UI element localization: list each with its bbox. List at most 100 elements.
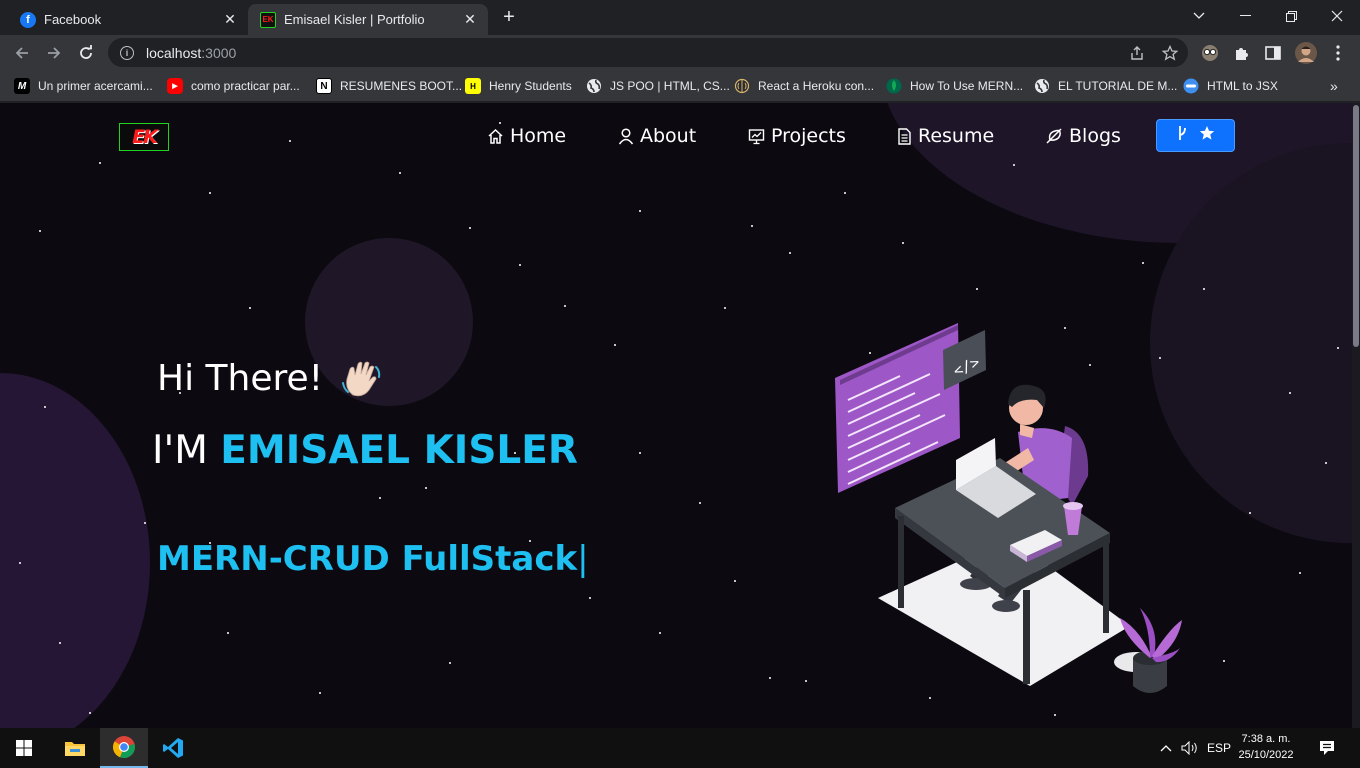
speaker-icon <box>1181 741 1197 755</box>
bookmark-item[interactable]: N RESUMENES BOOT... <box>316 76 462 96</box>
nav-projects-label: Projects <box>771 125 846 147</box>
bookmark-item[interactable]: JS POO | HTML, CS... <box>586 76 730 96</box>
feather-icon <box>1045 127 1063 145</box>
globe-icon <box>1034 78 1050 94</box>
typed-role-text: MERN-CRUD FullStack| <box>157 539 589 579</box>
greeting-text: Hi There! <box>157 358 324 399</box>
file-explorer-button[interactable] <box>51 728 99 768</box>
system-clock[interactable]: 7:38 a. m. 25/10/2022 <box>1236 731 1296 763</box>
github-fork-star-button[interactable] <box>1156 119 1235 152</box>
page-scrollbar[interactable] <box>1352 103 1360 728</box>
restore-button[interactable] <box>1268 0 1314 32</box>
portfolio-favicon-icon: EK <box>260 11 276 28</box>
developer-illustration: </> <box>835 323 1182 693</box>
browser-toolbar: i localhost:3000 <box>0 35 1360 70</box>
clock-date: 25/10/2022 <box>1238 749 1294 761</box>
arrow-left-icon <box>15 47 28 59</box>
close-icon[interactable]: ✕ <box>222 11 238 28</box>
notion-icon: N <box>316 78 332 94</box>
facebook-icon: f <box>20 11 36 28</box>
bookmark-label: RESUMENES BOOT... <box>340 79 463 93</box>
youtube-icon: ▶ <box>167 78 183 94</box>
bookmark-label: How To Use MERN... <box>910 79 1024 93</box>
nav-home-label: Home <box>510 125 567 147</box>
back-button[interactable] <box>9 40 35 66</box>
bookmark-item[interactable]: React a Heroku con... <box>734 76 874 96</box>
portfolio-page: EK Home About Projects Resume Blogs Hi T… <box>0 103 1360 728</box>
bookmark-label: como practicar par... <box>191 79 300 93</box>
intro-text: I'M <box>152 428 208 473</box>
bookmark-item[interactable]: How To Use MERN... <box>886 76 1023 96</box>
star-icon <box>1199 125 1215 146</box>
tab-title: Emisael Kisler | Portfolio <box>284 12 425 27</box>
profile-avatar[interactable] <box>1295 42 1317 64</box>
hero-name: EMISAEL KISLER <box>220 428 578 473</box>
typing-cursor: | <box>577 539 589 579</box>
reload-icon <box>80 45 92 59</box>
bookmark-label: JS POO | HTML, CS... <box>610 79 730 93</box>
arrow-right-icon <box>48 47 61 59</box>
language-label: ESP <box>1206 741 1231 755</box>
git-fork-icon <box>1177 125 1187 146</box>
nav-home-link[interactable]: Home <box>487 123 566 149</box>
notifications-button[interactable] <box>1312 728 1342 768</box>
start-button[interactable] <box>0 728 48 768</box>
show-hidden-icons-button[interactable] <box>1156 728 1176 768</box>
chrome-taskbar-button[interactable] <box>100 728 148 768</box>
more-bookmarks-button[interactable]: » <box>1330 76 1338 96</box>
nav-resume-label: Resume <box>918 125 995 147</box>
extension-glasses-icon[interactable] <box>1199 42 1221 64</box>
windows-logo-icon <box>16 740 32 756</box>
user-icon <box>618 127 634 145</box>
chevron-down-icon <box>1193 12 1205 19</box>
nav-resume-link[interactable]: Resume <box>897 123 994 149</box>
minimize-button[interactable] <box>1222 0 1268 32</box>
nav-blogs-link[interactable]: Blogs <box>1045 123 1121 149</box>
reload-button[interactable] <box>73 40 99 66</box>
bookmark-label: Henry Students <box>489 79 572 93</box>
home-icon <box>487 128 504 145</box>
bookmark-item[interactable]: M Un primer acercami... <box>14 76 153 96</box>
extensions-puzzle-icon[interactable] <box>1231 42 1253 64</box>
transform-icon <box>1183 78 1199 94</box>
nav-about-link[interactable]: About <box>618 123 696 149</box>
close-icon[interactable]: ✕ <box>462 11 478 28</box>
nav-about-label: About <box>640 125 697 147</box>
site-logo[interactable]: EK <box>119 123 169 151</box>
hero-greeting: Hi There! <box>157 358 383 399</box>
mongodb-icon <box>886 78 902 94</box>
bookmark-item[interactable]: ▶ como practicar par... <box>167 76 300 96</box>
tab-search-button[interactable] <box>1176 0 1222 32</box>
side-panel-icon[interactable] <box>1262 42 1284 64</box>
volume-button[interactable] <box>1178 728 1202 768</box>
tab-portfolio[interactable]: EK Emisael Kisler | Portfolio ✕ <box>248 4 488 35</box>
window-close-button[interactable] <box>1314 0 1360 32</box>
vscode-icon <box>163 738 183 758</box>
presentation-chart-icon <box>748 128 765 145</box>
bookmark-item[interactable]: HTML to JSX <box>1183 76 1278 96</box>
brain-icon <box>734 78 750 94</box>
globe-icon <box>586 78 602 94</box>
site-info-icon[interactable]: i <box>120 45 134 60</box>
minimize-icon <box>1239 15 1251 16</box>
bookmark-item[interactable]: EL TUTORIAL DE M... <box>1034 76 1177 96</box>
address-bar[interactable]: i localhost:3000 <box>108 38 1188 67</box>
bookmark-label: Un primer acercami... <box>38 79 153 93</box>
bookmark-item[interactable]: H Henry Students <box>465 76 572 96</box>
typed-text: MERN-CRUD FullStack <box>157 539 578 579</box>
new-tab-button[interactable]: + <box>498 7 520 29</box>
scrollbar-thumb[interactable] <box>1353 105 1359 347</box>
bookmark-label: HTML to JSX <box>1207 79 1278 93</box>
share-icon[interactable] <box>1127 43 1147 63</box>
vscode-taskbar-button[interactable] <box>149 728 197 768</box>
chrome-icon <box>112 736 135 759</box>
medium-icon: M <box>14 78 30 94</box>
bookmark-star-icon[interactable] <box>1160 43 1180 63</box>
input-language-indicator[interactable]: ESP <box>1204 728 1234 768</box>
browser-menu-icon[interactable] <box>1327 42 1349 64</box>
tab-facebook[interactable]: f Facebook ✕ <box>8 4 248 35</box>
forward-button[interactable] <box>41 40 67 66</box>
nav-projects-link[interactable]: Projects <box>748 123 846 149</box>
address-url: localhost:3000 <box>146 44 237 61</box>
tab-title: Facebook <box>44 12 102 27</box>
